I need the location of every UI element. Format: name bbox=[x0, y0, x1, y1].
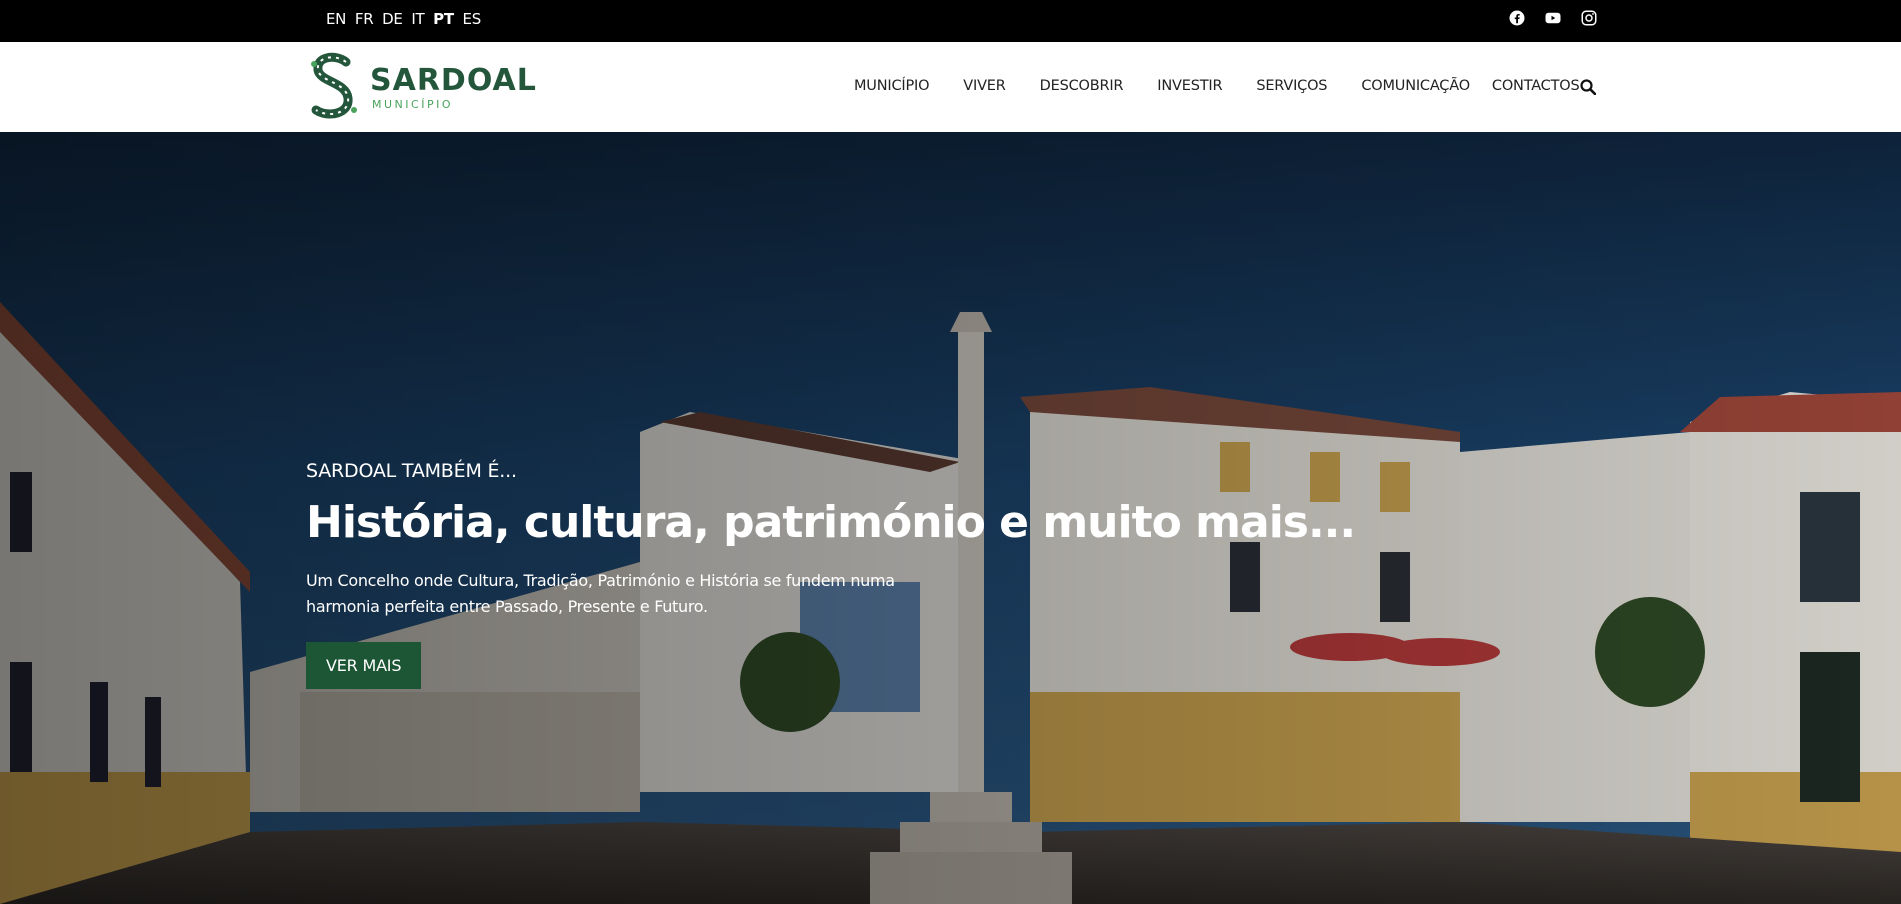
nav-servicos[interactable]: SERVIÇOS bbox=[1256, 78, 1327, 94]
ver-mais-button[interactable]: VER MAIS bbox=[306, 642, 422, 689]
lang-en[interactable]: EN bbox=[326, 10, 346, 28]
main-nav: MUNICÍPIO VIVER DESCOBRIR INVESTIR SERVI… bbox=[854, 78, 1614, 94]
lang-de[interactable]: DE bbox=[382, 10, 403, 28]
instagram-icon[interactable] bbox=[1580, 9, 1598, 27]
lang-pt[interactable]: PT bbox=[433, 10, 454, 28]
nav-descobrir[interactable]: DESCOBRIR bbox=[1040, 78, 1124, 94]
top-bar: EN FR DE IT PT ES bbox=[0, 0, 1901, 42]
site-header: SARDOAL MUNICÍPIO MUNICÍPIO VIVER DESCOB… bbox=[0, 42, 1901, 133]
nav-comunicacao[interactable]: COMUNICAÇÃO bbox=[1361, 78, 1470, 94]
logo-subtitle: MUNICÍPIO bbox=[372, 98, 453, 111]
hero-description: Um Concelho onde Cultura, Tradição, Patr… bbox=[306, 571, 895, 616]
social-links bbox=[1508, 9, 1598, 27]
hero-content: SARDOAL TAMBÉM É... História, cultura, p… bbox=[306, 460, 1356, 689]
youtube-icon[interactable] bbox=[1544, 9, 1562, 27]
search-icon[interactable] bbox=[1580, 79, 1596, 95]
lang-es[interactable]: ES bbox=[463, 10, 482, 28]
nav-municipio[interactable]: MUNICÍPIO bbox=[854, 78, 929, 94]
lang-fr[interactable]: FR bbox=[355, 10, 374, 28]
logo-text: SARDOAL MUNICÍPIO bbox=[370, 63, 537, 112]
hero-title: História, cultura, património e muito ma… bbox=[306, 497, 1356, 548]
hero-pretitle: SARDOAL TAMBÉM É... bbox=[306, 460, 517, 482]
nav-viver[interactable]: VIVER bbox=[963, 78, 1006, 94]
facebook-icon[interactable] bbox=[1508, 9, 1526, 27]
language-switcher: EN FR DE IT PT ES bbox=[326, 10, 485, 28]
logo-emblem bbox=[311, 52, 357, 119]
nav-investir[interactable]: INVESTIR bbox=[1157, 78, 1222, 94]
nav-contactos[interactable]: CONTACTOS bbox=[1492, 78, 1580, 94]
logo-title: SARDOAL bbox=[370, 63, 537, 98]
logo[interactable]: SARDOAL MUNICÍPIO bbox=[306, 52, 536, 122]
hero-banner: SARDOAL TAMBÉM É... História, cultura, p… bbox=[0, 132, 1901, 904]
lang-it[interactable]: IT bbox=[411, 10, 424, 28]
